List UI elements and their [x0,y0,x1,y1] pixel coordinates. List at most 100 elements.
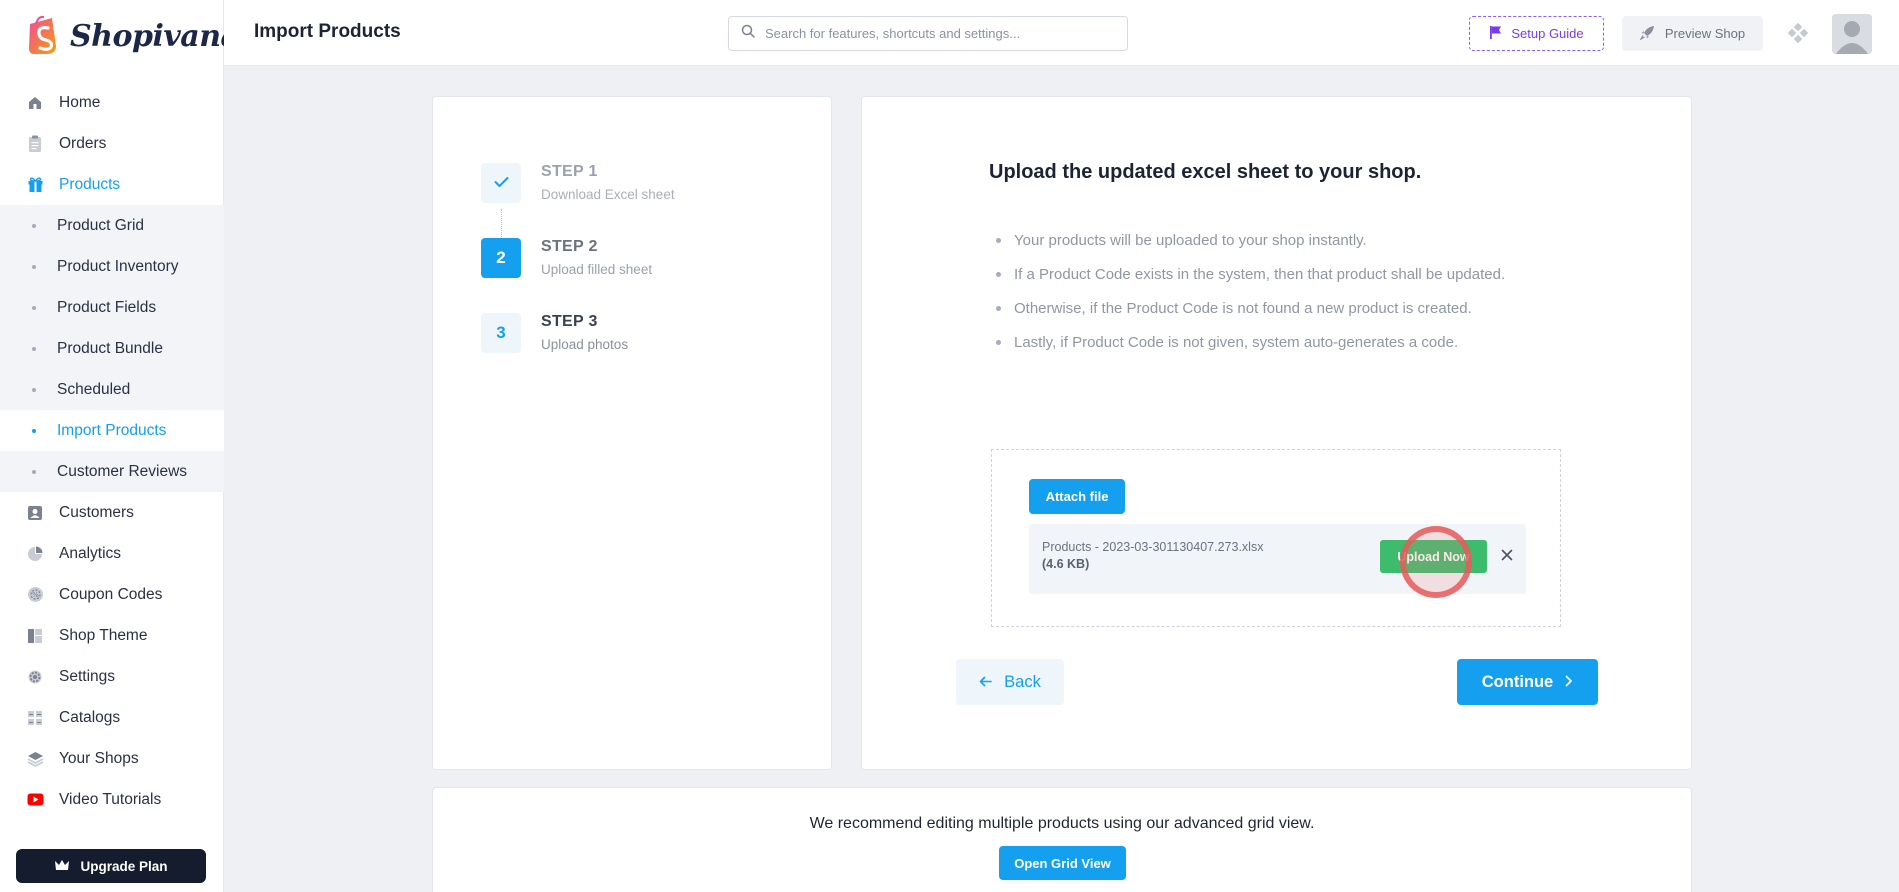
search-input[interactable] [765,26,1105,41]
checkmark-icon [494,173,509,193]
sidebar-subitem-product-inventory[interactable]: Product Inventory [0,246,224,287]
continue-button[interactable]: Continue [1457,659,1598,705]
instruction-item: If a Product Code exists in the system, … [995,257,1505,291]
sidebar-item-label: Customers [59,503,134,521]
setup-guide-label: Setup Guide [1511,26,1584,41]
sidebar-item-customers[interactable]: Customers [0,492,224,533]
gift-icon [26,176,44,194]
bullet-icon [32,469,36,474]
bullet-icon [32,264,36,269]
sidebar-subitem-customer-reviews[interactable]: Customer Reviews [0,451,224,492]
back-button[interactable]: Back [956,659,1064,705]
step-2-subtitle: Upload filled sheet [541,262,653,277]
upload-card: Upload the updated excel sheet to your s… [861,96,1692,770]
file-drop-zone[interactable]: Attach file Products - 2023-03-301130407… [991,449,1561,627]
step-3: 3 STEP 3 Upload photos [481,313,628,353]
sidebar-item-products[interactable]: Products [0,164,224,205]
search-bar[interactable] [728,16,1128,51]
bullet-icon [32,305,36,310]
attached-file-row: Products - 2023-03-301130407.273.xlsx (4… [1029,524,1526,598]
layers-icon [26,750,44,768]
setup-guide-button[interactable]: Setup Guide [1469,16,1604,51]
step-3-subtitle: Upload photos [541,337,629,352]
close-icon [1501,548,1513,566]
sidebar-item-label: Analytics [59,544,122,562]
avatar[interactable] [1832,14,1872,54]
sidebar-item-shop-theme[interactable]: Shop Theme [0,615,224,656]
sidebar-subitem-product-bundle[interactable]: Product Bundle [0,328,224,369]
sidebar-item-analytics[interactable]: Analytics [0,533,224,574]
gear-icon [26,668,44,686]
rocket-icon [1639,25,1655,43]
sidebar-subitem-product-grid[interactable]: Product Grid [0,205,224,246]
logo[interactable]: Shopivana [26,14,240,58]
youtube-icon [26,791,44,809]
crown-icon [54,859,70,874]
top-header: Import Products Setup Guide Preview Shop [224,0,1899,66]
sidebar-subitem-label: Product Fields [57,298,157,316]
sidebar-item-label: Your Shops [59,749,139,767]
user-card-icon [26,504,44,522]
sidebar: Shopivana Home Orders Products Product G… [0,0,240,892]
sidebar-subitem-label: Product Bundle [57,339,163,357]
sidebar-subitem-scheduled[interactable]: Scheduled [0,369,224,410]
chevron-right-icon [1565,673,1573,692]
sidebar-subitem-label: Product Inventory [57,257,179,275]
sidebar-item-label: Home [59,93,101,111]
brand-name: Shopivana [70,18,240,54]
step-2: 2 STEP 2 Upload filled sheet [481,238,652,278]
sidebar-item-orders[interactable]: Orders [0,123,224,164]
sidebar-item-label: Products [59,175,121,193]
step-1: STEP 1 Download Excel sheet [481,163,675,203]
sidebar-item-label: Catalogs [59,708,121,726]
grid-view-recommendation: We recommend editing multiple products u… [432,787,1692,892]
bullet-icon [32,428,36,433]
bullet-icon [32,223,36,228]
upgrade-plan-label: Upgrade Plan [80,858,168,874]
continue-label: Continue [1481,672,1554,691]
sidebar-subitem-import-products[interactable]: Import Products [0,410,224,451]
flag-icon [1489,25,1502,43]
file-size: (4.6 KB) [1042,557,1090,571]
sidebar-item-label: Coupon Codes [59,585,163,603]
attach-file-button[interactable]: Attach file [1029,479,1125,514]
step-2-title: STEP 2 [541,238,598,255]
sidebar-item-video-tutorials[interactable]: Video Tutorials [0,779,224,820]
layout-icon [26,627,44,645]
preview-shop-button[interactable]: Preview Shop [1622,16,1763,51]
sidebar-item-settings[interactable]: Settings [0,656,224,697]
catalog-icon [26,709,44,727]
back-label: Back [1004,672,1041,691]
sidebar-nav: Home Orders Products Product Grid Produc… [0,82,224,820]
remove-file-button[interactable] [1497,547,1517,567]
step-3-title: STEP 3 [541,313,598,330]
file-name: Products - 2023-03-301130407.273.xlsx [1042,540,1264,554]
upgrade-plan-button[interactable]: Upgrade Plan [16,849,206,883]
open-grid-view-button[interactable]: Open Grid View [999,846,1126,880]
clipboard-icon [26,135,44,153]
apps-icon[interactable] [1787,22,1809,44]
upload-title: Upload the updated excel sheet to your s… [989,161,1422,183]
products-submenu: Product Grid Product Inventory Product F… [0,205,224,492]
sidebar-subitem-product-fields[interactable]: Product Fields [0,287,224,328]
sidebar-subitem-label: Product Grid [57,216,145,234]
instruction-item: Otherwise, if the Product Code is not fo… [995,291,1505,325]
sidebar-item-home[interactable]: Home [0,82,224,123]
recommendation-text: We recommend editing multiple products u… [809,815,1315,832]
sidebar-item-label: Shop Theme [59,626,148,644]
sidebar-item-coupon-codes[interactable]: % Coupon Codes [0,574,224,615]
pie-chart-icon [26,545,44,563]
sidebar-item-catalogs[interactable]: Catalogs [0,697,224,738]
search-icon [741,24,755,43]
step-1-title: STEP 1 [541,163,598,180]
home-icon [26,94,44,112]
bullet-icon [32,387,36,392]
upload-now-button[interactable]: Upload Now [1380,540,1487,573]
coupon-icon: % [26,586,44,604]
sidebar-subitem-label: Import Products [57,421,167,439]
sidebar-item-your-shops[interactable]: Your Shops [0,738,224,779]
step-2-badge: 2 [481,238,521,278]
sidebar-subitem-label: Scheduled [57,380,131,398]
shopivana-logo-icon [26,14,64,58]
sidebar-subitem-label: Customer Reviews [57,462,188,480]
